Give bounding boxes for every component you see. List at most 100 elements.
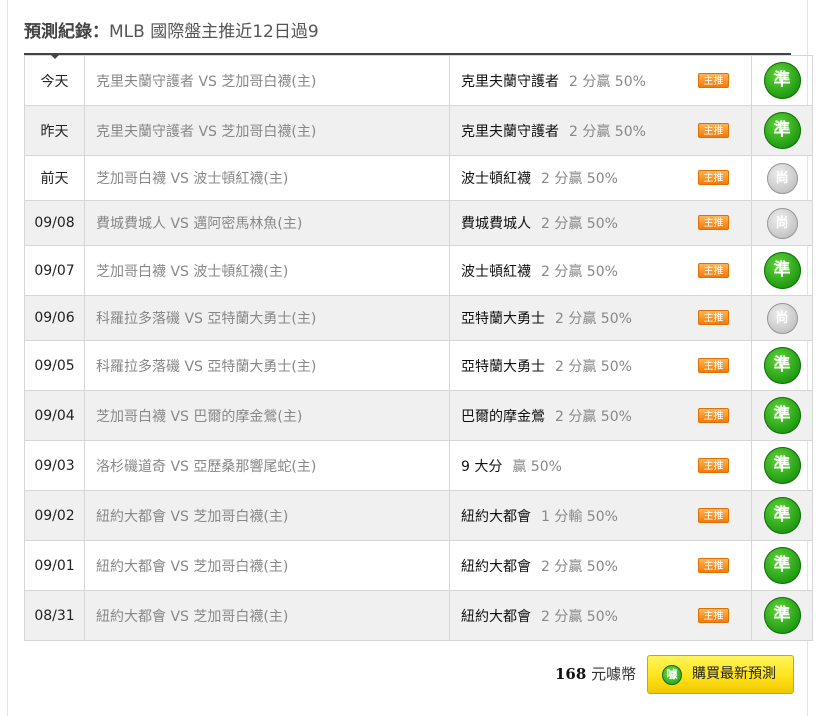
page-title-text: MLB 國際盤主推近12日過9: [109, 22, 319, 42]
row-pick: 紐約大都會 2 分贏 50% 主推: [449, 590, 752, 641]
table-row: 今天 克里夫蘭守護者 VS 芝加哥白襪(主) 克里夫蘭守護者 2 分贏 50% 主推 準: [24, 55, 813, 106]
table-row: 昨天 克里夫蘭守護者 VS 芝加哥白襪(主) 克里夫蘭守護者 2 分贏 50% 主推 準: [24, 105, 813, 156]
page-title-label: 預測紀錄：: [24, 22, 109, 42]
pick-team: 巴爾的摩金鶯: [461, 408, 545, 425]
row-matchup: 紐約大都會 VS 芝加哥白襪(主): [84, 490, 450, 541]
row-pick: 巴爾的摩金鶯 2 分贏 50% 主推: [449, 390, 752, 441]
row-matchup: 費城費城人 VS 邁阿密馬林魚(主): [84, 200, 450, 246]
price-amount: 168: [555, 665, 587, 683]
table-row: 08/31 紐約大都會 VS 芝加哥白襪(主) 紐約大都會 2 分贏 50% 主推 準: [24, 590, 813, 641]
table-row: 09/05 科羅拉多落磯 VS 亞特蘭大勇士(主) 亞特蘭大勇士 2 分贏 50% 主推…: [24, 340, 813, 391]
row-date: 昨天: [24, 105, 85, 156]
buy-button-label: 購買最新預測: [692, 666, 776, 682]
row-matchup: 紐約大都會 VS 芝加哥白襪(主): [84, 590, 450, 641]
result-win-icon: 準: [763, 547, 801, 584]
row-date: 前天: [24, 155, 85, 201]
pick-team: 亞特蘭大勇士: [461, 311, 545, 327]
pick-odds: 贏 50%: [512, 458, 562, 475]
result-win-icon: 準: [763, 447, 801, 484]
main-pick-badge: 主推: [698, 170, 729, 185]
main-pick-badge: 主推: [698, 215, 729, 230]
row-pick: 紐約大都會 1 分輸 50% 主推: [449, 490, 752, 541]
row-pick: 波士頓紅襪 2 分贏 50% 主推: [449, 155, 752, 201]
pick-team: 克里夫蘭守護者: [461, 73, 559, 90]
pick-odds: 2 分贏 50%: [541, 608, 618, 625]
row-date: 09/03: [24, 440, 85, 491]
pick-team: 紐約大都會: [461, 558, 531, 575]
row-matchup: 克里夫蘭守護者 VS 芝加哥白襪(主): [84, 105, 450, 156]
main-pick-badge: 主推: [698, 122, 729, 138]
row-date: 09/08: [24, 200, 85, 246]
table-row: 09/04 芝加哥白襪 VS 巴爾的摩金鶯(主) 巴爾的摩金鶯 2 分贏 50% 主推 準: [24, 390, 813, 441]
result-win-icon: 準: [763, 112, 801, 149]
row-result: 尚: [751, 295, 813, 341]
row-matchup: 芝加哥白襪 VS 巴爾的摩金鶯(主): [84, 390, 450, 441]
main-pick-badge: 主推: [698, 457, 729, 473]
pick-team: 波士頓紅襪: [461, 263, 531, 280]
row-matchup: 芝加哥白襪 VS 波士頓紅襪(主): [84, 245, 450, 296]
row-result: 準: [751, 55, 813, 106]
row-result: 準: [751, 105, 813, 156]
table-row: 09/01 紐約大都會 VS 芝加哥白襪(主) 紐約大都會 2 分贏 50% 主推 準: [24, 540, 813, 591]
table-row: 09/07 芝加哥白襪 VS 波士頓紅襪(主) 波士頓紅襪 2 分贏 50% 主推 準: [24, 245, 813, 296]
row-matchup: 洛杉磯道奇 VS 亞歷桑那響尾蛇(主): [84, 440, 450, 491]
main-pick-badge: 主推: [698, 557, 729, 573]
page-title: 預測紀錄：MLB 國際盤主推近12日過9: [24, 20, 319, 44]
buy-latest-prediction-button[interactable]: 噱 購買最新預測: [647, 655, 794, 694]
row-date: 09/05: [24, 340, 85, 391]
pick-team: 紐約大都會: [461, 608, 531, 625]
row-pick: 克里夫蘭守護者 2 分贏 50% 主推: [449, 105, 752, 156]
main-pick-badge: 主推: [698, 607, 729, 623]
pick-odds: 2 分贏 50%: [541, 558, 618, 575]
row-pick: 亞特蘭大勇士 2 分贏 50% 主推: [449, 340, 752, 391]
row-date: 09/02: [24, 490, 85, 541]
main-pick-badge: 主推: [698, 507, 729, 523]
result-pending-icon: 尚: [766, 302, 798, 334]
pick-odds: 2 分贏 50%: [569, 73, 646, 90]
row-date: 09/07: [24, 245, 85, 296]
main-pick-badge: 主推: [698, 357, 729, 373]
price-label: 168 元噱幣: [555, 664, 636, 684]
row-date: 今天: [24, 55, 85, 106]
row-result: 準: [751, 340, 813, 391]
prediction-table: 今天 克里夫蘭守護者 VS 芝加哥白襪(主) 克里夫蘭守護者 2 分贏 50% 主推準昨…: [24, 55, 813, 641]
row-result: 準: [751, 540, 813, 591]
row-pick: 亞特蘭大勇士 2 分贏 50% 主推: [449, 295, 752, 341]
result-win-icon: 準: [763, 347, 801, 384]
row-result: 尚: [751, 155, 813, 201]
pick-odds: 2 分贏 50%: [555, 408, 632, 425]
pick-odds: 2 分贏 50%: [541, 216, 618, 232]
row-result: 準: [751, 390, 813, 441]
main-pick-badge: 主推: [698, 72, 729, 88]
coin-icon: 噱: [662, 665, 682, 685]
row-matchup: 芝加哥白襪 VS 波士頓紅襪(主): [84, 155, 450, 201]
row-result: 準: [751, 490, 813, 541]
main-pick-badge: 主推: [698, 310, 729, 325]
pick-odds: 2 分贏 50%: [541, 171, 618, 187]
result-win-icon: 準: [763, 497, 801, 534]
result-win-icon: 準: [763, 397, 801, 434]
table-row: 09/02 紐約大都會 VS 芝加哥白襪(主) 紐約大都會 1 分輸 50% 主推 準: [24, 490, 813, 541]
pick-team: 費城費城人: [461, 216, 531, 232]
main-pick-badge: 主推: [698, 262, 729, 278]
result-win-icon: 準: [763, 62, 801, 99]
pick-team: 9 大分: [461, 458, 503, 475]
pick-team: 紐約大都會: [461, 508, 531, 525]
pick-odds: 1 分輸 50%: [541, 508, 618, 525]
table-row: 09/03 洛杉磯道奇 VS 亞歷桑那響尾蛇(主) 9 大分贏 50% 主推 準: [24, 440, 813, 491]
pick-odds: 2 分贏 50%: [555, 311, 632, 327]
row-result: 準: [751, 245, 813, 296]
result-win-icon: 準: [763, 597, 801, 634]
row-pick: 克里夫蘭守護者 2 分贏 50% 主推: [449, 55, 752, 106]
row-matchup: 科羅拉多落磯 VS 亞特蘭大勇士(主): [84, 295, 450, 341]
row-result: 準: [751, 590, 813, 641]
pick-odds: 2 分贏 50%: [541, 263, 618, 280]
result-pending-icon: 尚: [766, 162, 798, 194]
row-pick: 波士頓紅襪 2 分贏 50% 主推: [449, 245, 752, 296]
pick-team: 克里夫蘭守護者: [461, 123, 559, 140]
row-matchup: 克里夫蘭守護者 VS 芝加哥白襪(主): [84, 55, 450, 106]
row-pick: 紐約大都會 2 分贏 50% 主推: [449, 540, 752, 591]
table-row: 09/08 費城費城人 VS 邁阿密馬林魚(主) 費城費城人 2 分贏 50% 主推 尚: [24, 200, 813, 246]
row-matchup: 科羅拉多落磯 VS 亞特蘭大勇士(主): [84, 340, 450, 391]
row-date: 08/31: [24, 590, 85, 641]
